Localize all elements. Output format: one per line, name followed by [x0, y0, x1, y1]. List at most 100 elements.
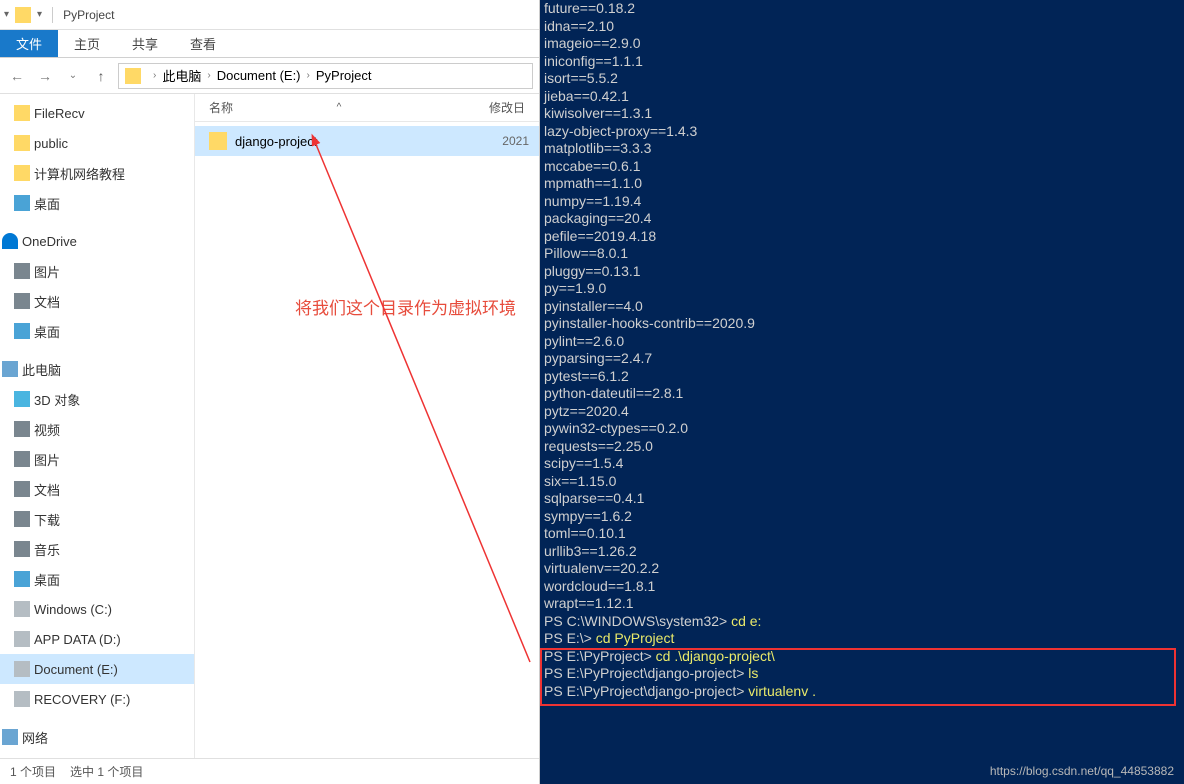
breadcrumb-item[interactable]: Document (E:): [217, 68, 301, 83]
folder-icon: [209, 132, 227, 150]
terminal-line: kiwisolver==1.3.1: [544, 105, 1180, 123]
tab-view[interactable]: 查看: [174, 30, 232, 57]
terminal-line: pefile==2019.4.18: [544, 228, 1180, 246]
sidebar-item[interactable]: 下载: [0, 504, 194, 534]
sidebar-item[interactable]: APP DATA (D:): [0, 624, 194, 654]
sidebar-item[interactable]: 网络: [0, 722, 194, 752]
back-button[interactable]: ←: [6, 68, 28, 84]
list-item[interactable]: django-project2021: [195, 126, 539, 156]
terminal-line: virtualenv==20.2.2: [544, 560, 1180, 578]
window-title: PyProject: [63, 8, 114, 22]
terminal-line: pyinstaller==4.0: [544, 298, 1180, 316]
terminal-line: mpmath==1.1.0: [544, 175, 1180, 193]
sidebar-item-label: RECOVERY (F:): [34, 692, 130, 707]
terminal-line: Pillow==8.0.1: [544, 245, 1180, 263]
watermark: https://blog.csdn.net/qq_44853882: [990, 764, 1174, 778]
sidebar-item[interactable]: 视频: [0, 414, 194, 444]
terminal-line: imageio==2.9.0: [544, 35, 1180, 53]
terminal-line: py==1.9.0: [544, 280, 1180, 298]
item-icon: [14, 391, 30, 407]
breadcrumb-item[interactable]: 此电脑: [162, 66, 201, 85]
selected-count: 选中 1 个项目: [70, 763, 143, 780]
sidebar-item[interactable]: 文档: [0, 474, 194, 504]
terminal-line: future==0.18.2: [544, 0, 1180, 18]
sidebar-item[interactable]: 桌面: [0, 316, 194, 346]
chevron-right-icon: ›: [207, 70, 210, 81]
file-explorer-window: ▾ ▾ PyProject 文件 主页 共享 查看 ← → ⌄ ↑ › 此电脑 …: [0, 0, 540, 784]
sidebar-item-label: 文档: [34, 480, 60, 499]
file-tab[interactable]: 文件: [0, 30, 58, 57]
terminal-line: sqlparse==0.4.1: [544, 490, 1180, 508]
sidebar-item[interactable]: RECOVERY (F:): [0, 684, 194, 714]
item-icon: [14, 105, 30, 121]
sidebar-item[interactable]: Windows (C:): [0, 594, 194, 624]
sidebar-item[interactable]: 计算机网络教程: [0, 158, 194, 188]
explorer-body: FileRecvpublic计算机网络教程桌面OneDrive图片文档桌面此电脑…: [0, 94, 539, 758]
terminal-line: scipy==1.5.4: [544, 455, 1180, 473]
column-header[interactable]: 名称 ^ 修改日: [195, 94, 539, 122]
qat-down-icon[interactable]: ▾: [37, 9, 42, 20]
item-icon: [2, 361, 18, 377]
terminal-line: packaging==20.4: [544, 210, 1180, 228]
up-button[interactable]: ↑: [90, 68, 112, 84]
terminal-line: idna==2.10: [544, 18, 1180, 36]
sidebar-item[interactable]: OneDrive: [0, 226, 194, 256]
sidebar-item-label: Document (E:): [34, 662, 118, 677]
terminal-line: mccabe==0.6.1: [544, 158, 1180, 176]
sidebar-item-label: 3D 对象: [34, 390, 80, 409]
terminal-line: PS E:\PyProject\django-project> ls: [544, 665, 1180, 683]
folder-icon: [125, 68, 141, 84]
column-date[interactable]: 修改日: [489, 99, 539, 116]
file-list[interactable]: django-project2021 将我们这个目录作为虚拟环境: [195, 122, 539, 758]
sidebar-item[interactable]: 桌面: [0, 188, 194, 218]
sidebar-item-label: 桌面: [34, 570, 60, 589]
sidebar-item[interactable]: FileRecv: [0, 98, 194, 128]
terminal-line: pytz==2020.4: [544, 403, 1180, 421]
sidebar-item[interactable]: 此电脑: [0, 354, 194, 384]
breadcrumb[interactable]: › 此电脑 › Document (E:) › PyProject: [118, 63, 533, 89]
terminal-line: pywin32-ctypes==0.2.0: [544, 420, 1180, 438]
terminal-line: toml==0.10.1: [544, 525, 1180, 543]
sidebar-item-label: 桌面: [34, 194, 60, 213]
sidebar-item[interactable]: 文档: [0, 286, 194, 316]
item-icon: [14, 661, 30, 677]
item-icon: [14, 571, 30, 587]
item-icon: [14, 165, 30, 181]
file-name: django-project: [235, 134, 502, 149]
sort-indicator-icon: ^: [329, 102, 349, 113]
sidebar-item-label: Windows (C:): [34, 602, 112, 617]
item-icon: [14, 511, 30, 527]
sidebar-item[interactable]: 音乐: [0, 534, 194, 564]
terminal-line: pylint==2.6.0: [544, 333, 1180, 351]
forward-button[interactable]: →: [34, 68, 56, 84]
breadcrumb-item[interactable]: PyProject: [316, 68, 372, 83]
separator: [52, 7, 53, 23]
annotation-arrow-icon: [195, 122, 539, 758]
sidebar-item[interactable]: Document (E:): [0, 654, 194, 684]
item-icon: [14, 263, 30, 279]
tab-home[interactable]: 主页: [58, 30, 116, 57]
terminal-line: wordcloud==1.8.1: [544, 578, 1180, 596]
item-icon: [14, 691, 30, 707]
sidebar-item-label: 下载: [34, 510, 60, 529]
chevron-right-icon: ›: [307, 70, 310, 81]
tab-share[interactable]: 共享: [116, 30, 174, 57]
sidebar-item[interactable]: 图片: [0, 256, 194, 286]
item-icon: [14, 135, 30, 151]
terminal-line: pluggy==0.13.1: [544, 263, 1180, 281]
sidebar-item[interactable]: 3D 对象: [0, 384, 194, 414]
sidebar-item[interactable]: 图片: [0, 444, 194, 474]
powershell-terminal[interactable]: future==0.18.2idna==2.10imageio==2.9.0in…: [540, 0, 1184, 784]
terminal-line: urllib3==1.26.2: [544, 543, 1180, 561]
terminal-line: pyinstaller-hooks-contrib==2020.9: [544, 315, 1180, 333]
history-dropdown[interactable]: ⌄: [62, 70, 84, 81]
sidebar-item[interactable]: public: [0, 128, 194, 158]
file-date: 2021: [502, 134, 529, 148]
sidebar-item-label: 网络: [22, 728, 48, 747]
column-name[interactable]: 名称: [195, 99, 329, 116]
terminal-line: sympy==1.6.2: [544, 508, 1180, 526]
sidebar-item[interactable]: 桌面: [0, 564, 194, 594]
item-icon: [14, 421, 30, 437]
navigation-pane[interactable]: FileRecvpublic计算机网络教程桌面OneDrive图片文档桌面此电脑…: [0, 94, 195, 758]
qat-down-icon[interactable]: ▾: [4, 9, 9, 20]
